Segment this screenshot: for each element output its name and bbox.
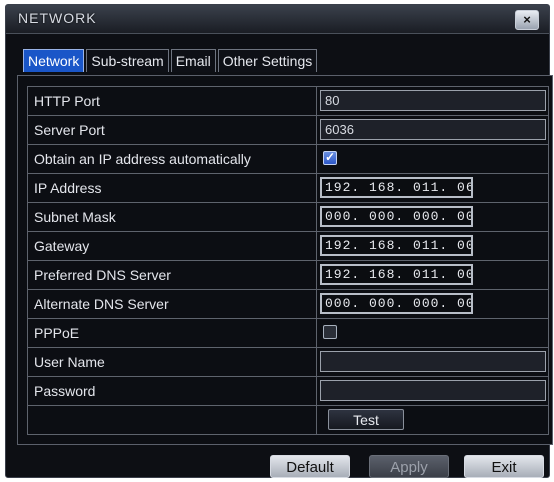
column-divider (316, 290, 317, 318)
dhcp-label: Obtain an IP address automatically (34, 151, 251, 167)
dialog-title: NETWORK (18, 10, 97, 26)
subnet-mask-input[interactable]: 000. 000. 000. 000 (320, 206, 473, 227)
column-divider (316, 87, 317, 115)
row-password: Password (27, 377, 549, 406)
user-name-label: User Name (34, 354, 105, 370)
alternate-dns-label: Alternate DNS Server (34, 296, 169, 312)
tab-bar: Network Sub-stream Email Other Settings (23, 49, 319, 73)
row-alternate-dns: Alternate DNS Server 000. 000. 000. 000 (27, 290, 549, 319)
default-button[interactable]: Default (270, 455, 350, 478)
close-button[interactable]: × (515, 10, 539, 30)
http-port-input[interactable] (320, 90, 546, 111)
ip-address-input[interactable]: 192. 168. 011. 061 (320, 177, 473, 198)
password-label: Password (34, 383, 96, 399)
tab-sub-stream[interactable]: Sub-stream (86, 49, 169, 72)
alternate-dns-input[interactable]: 000. 000. 000. 000 (320, 293, 473, 314)
column-divider (316, 261, 317, 289)
http-port-label: HTTP Port (34, 93, 100, 109)
ip-address-label: IP Address (34, 180, 102, 196)
title-bar: NETWORK × (6, 5, 549, 34)
row-dhcp: Obtain an IP address automatically ✓ (27, 145, 549, 174)
row-ip-address: IP Address 192. 168. 011. 061 (27, 174, 549, 203)
network-dialog: NETWORK × Network Sub-stream Email Other… (5, 4, 553, 478)
pppoe-checkbox[interactable] (323, 325, 337, 339)
preferred-dns-input[interactable]: 192. 168. 011. 001 (320, 264, 473, 285)
row-pppoe: PPPoE (27, 319, 549, 348)
column-divider (316, 203, 317, 231)
test-button[interactable]: Test (328, 409, 404, 430)
subnet-mask-label: Subnet Mask (34, 209, 116, 225)
apply-button[interactable]: Apply (369, 455, 449, 478)
user-name-input[interactable] (320, 351, 546, 372)
tab-network[interactable]: Network (23, 49, 85, 72)
dhcp-checkbox[interactable]: ✓ (323, 150, 337, 165)
settings-grid: HTTP Port Server Port Obtain an IP addre… (27, 86, 549, 435)
column-divider (316, 377, 317, 405)
checkmark-icon: ✓ (325, 150, 336, 164)
server-port-input[interactable] (320, 119, 546, 140)
column-divider (316, 348, 317, 376)
pppoe-label: PPPoE (34, 325, 80, 341)
column-divider (316, 116, 317, 144)
server-port-label: Server Port (34, 122, 105, 138)
row-test: Test (27, 406, 549, 435)
column-divider (316, 174, 317, 202)
gateway-input[interactable]: 192. 168. 011. 001 (320, 235, 473, 256)
close-icon: × (523, 12, 531, 27)
column-divider (316, 319, 317, 347)
column-divider (316, 232, 317, 260)
exit-button[interactable]: Exit (464, 455, 544, 478)
row-http-port: HTTP Port (27, 87, 549, 116)
column-divider (316, 145, 317, 173)
row-preferred-dns: Preferred DNS Server 192. 168. 011. 001 (27, 261, 549, 290)
tab-email[interactable]: Email (170, 49, 216, 72)
column-divider (316, 406, 317, 434)
row-gateway: Gateway 192. 168. 011. 001 (27, 232, 549, 261)
row-user-name: User Name (27, 348, 549, 377)
tab-other-settings[interactable]: Other Settings (217, 49, 318, 72)
password-input[interactable] (320, 380, 546, 401)
network-settings-panel: HTTP Port Server Port Obtain an IP addre… (17, 75, 553, 445)
row-server-port: Server Port (27, 116, 549, 145)
row-subnet-mask: Subnet Mask 000. 000. 000. 000 (27, 203, 549, 232)
preferred-dns-label: Preferred DNS Server (34, 267, 171, 283)
gateway-label: Gateway (34, 238, 90, 254)
